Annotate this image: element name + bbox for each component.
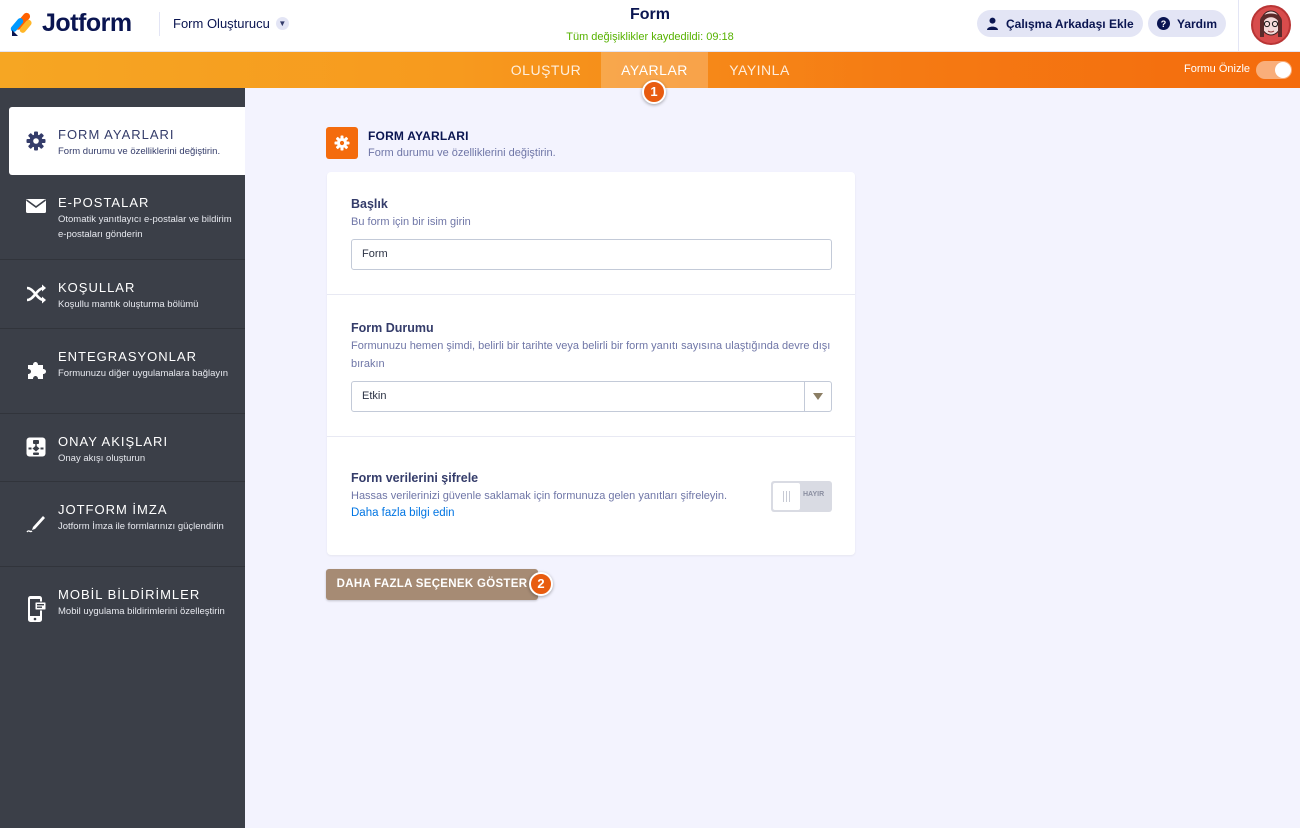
sidebar-top-spacer bbox=[0, 88, 245, 107]
sidebar-item-title: JOTFORM İMZA bbox=[58, 502, 168, 517]
gear-icon bbox=[334, 135, 350, 151]
status-setting-row: Form Durumu Formunuzu hemen şimdi, belir… bbox=[327, 295, 855, 437]
sidebar-item-mobile-notifications[interactable]: MOBİL BİLDİRİMLER Mobil uygulama bildiri… bbox=[0, 567, 245, 652]
user-icon bbox=[987, 17, 998, 30]
encrypt-toggle[interactable]: HAYIR bbox=[771, 481, 832, 512]
help-button[interactable]: ? Yardım bbox=[1148, 10, 1227, 37]
mobile-icon bbox=[28, 596, 47, 622]
select-arrow-box bbox=[804, 382, 831, 411]
step-badge-1: 1 bbox=[642, 80, 666, 104]
form-title-input[interactable]: Form bbox=[351, 239, 832, 270]
sidebar-item-title: E-POSTALAR bbox=[58, 195, 150, 210]
tab-create[interactable]: OLUŞTUR bbox=[491, 52, 601, 88]
sidebar-item-emails[interactable]: E-POSTALAR Otomatik yanıtlayıcı e-postal… bbox=[0, 175, 245, 260]
help-label: Yardım bbox=[1177, 16, 1218, 31]
sidebar-item-jotform-sign[interactable]: JOTFORM İMZA Jotform İmza ile formlarını… bbox=[0, 482, 245, 567]
sidebar-item-form-settings[interactable]: FORM AYARLARI Form durumu ve özellikleri… bbox=[9, 107, 245, 175]
envelope-icon bbox=[26, 199, 46, 213]
caret-down-icon bbox=[813, 393, 823, 400]
avatar[interactable] bbox=[1251, 5, 1291, 45]
sidebar-item-title: MOBİL BİLDİRİMLER bbox=[58, 587, 201, 602]
add-collaborator-button[interactable]: Çalışma Arkadaşı Ekle bbox=[977, 10, 1143, 37]
sidebar-item-desc: Mobil uygulama bildirimlerini özelleştir… bbox=[58, 606, 225, 617]
title-setting-row: Başlık Bu form için bir isim girin Form bbox=[327, 172, 855, 295]
preview-label: Formu Önizle bbox=[1184, 63, 1251, 75]
step-badge-2: 2 bbox=[529, 572, 553, 596]
sidebar-item-title: ONAY AKIŞLARI bbox=[58, 434, 169, 449]
form-status-value: Etkin bbox=[362, 390, 387, 402]
sidebar-item-title: KOŞULLAR bbox=[58, 280, 136, 295]
sidebar-item-desc: Koşullu mantık oluşturma bölümü bbox=[58, 299, 199, 310]
gear-icon bbox=[26, 131, 46, 151]
title-label: Başlık bbox=[351, 197, 388, 211]
add-collaborator-label: Çalışma Arkadaşı Ekle bbox=[1006, 16, 1134, 31]
section-description: Form durumu ve özelliklerini değiştirin. bbox=[368, 147, 556, 159]
sidebar-item-desc: Form durumu ve özelliklerini değiştirin. bbox=[58, 146, 221, 157]
sidebar-item-desc: Formunuzu diğer uygulamalara bağlayın bbox=[58, 368, 229, 379]
shuffle-icon bbox=[26, 284, 46, 304]
sidebar-item-desc: Onay akışı oluşturun bbox=[58, 453, 146, 464]
preview-toggle-knob bbox=[1275, 62, 1291, 78]
avatar-portrait-icon bbox=[1260, 10, 1282, 37]
sidebar-item-title: ENTEGRASYONLAR bbox=[58, 349, 197, 364]
flow-icon bbox=[26, 437, 46, 457]
preview-toggle[interactable] bbox=[1256, 61, 1292, 79]
question-icon: ? bbox=[1157, 17, 1170, 30]
sidebar-item-conditions[interactable]: KOŞULLAR Koşullu mantık oluşturma bölümü bbox=[0, 260, 245, 329]
avatar-container bbox=[1238, 0, 1300, 52]
encrypt-label: Form verilerini şifrele bbox=[351, 471, 479, 485]
sidebar-item-title: FORM AYARLARI bbox=[58, 127, 175, 142]
section-gear-icon bbox=[326, 127, 358, 159]
settings-card: Başlık Bu form için bir isim girin Form … bbox=[327, 172, 855, 555]
sidebar-item-desc: Otomatik yanıtlayıcı e-postalar ve bildi… bbox=[58, 214, 232, 240]
encrypt-description: Hassas verilerinizi güvenle saklamak içi… bbox=[351, 490, 727, 502]
signature-icon bbox=[26, 516, 45, 533]
top-header: Jotform Form Oluşturucu ▼ Form Tüm değiş… bbox=[0, 0, 1300, 52]
svg-text:?: ? bbox=[1161, 19, 1167, 29]
tab-publish[interactable]: YAYINLA bbox=[708, 52, 811, 88]
sidebar-item-approval-flows[interactable]: ONAY AKIŞLARI Onay akışı oluşturun bbox=[0, 414, 245, 482]
show-more-options-button[interactable]: DAHA FAZLA SEÇENEK GÖSTER bbox=[326, 569, 538, 600]
status-description: Formunuzu hemen şimdi, belirli bir tarih… bbox=[351, 340, 831, 370]
title-description: Bu form için bir isim girin bbox=[351, 216, 471, 228]
form-status-select[interactable]: Etkin bbox=[351, 381, 832, 412]
learn-more-link[interactable]: Daha fazla bilgi edin bbox=[351, 507, 455, 519]
settings-sidebar: FORM AYARLARI Form durumu ve özellikleri… bbox=[0, 88, 245, 828]
status-label: Form Durumu bbox=[351, 321, 434, 335]
encrypt-toggle-label: HAYIR bbox=[803, 491, 825, 498]
section-title: FORM AYARLARI bbox=[368, 129, 469, 143]
sidebar-item-desc: Jotform İmza ile formlarınızı güçlendiri… bbox=[58, 521, 224, 532]
puzzle-icon bbox=[28, 362, 46, 379]
encrypt-toggle-knob bbox=[773, 483, 800, 510]
sidebar-item-integrations[interactable]: ENTEGRASYONLAR Formunuzu diğer uygulamal… bbox=[0, 329, 245, 414]
